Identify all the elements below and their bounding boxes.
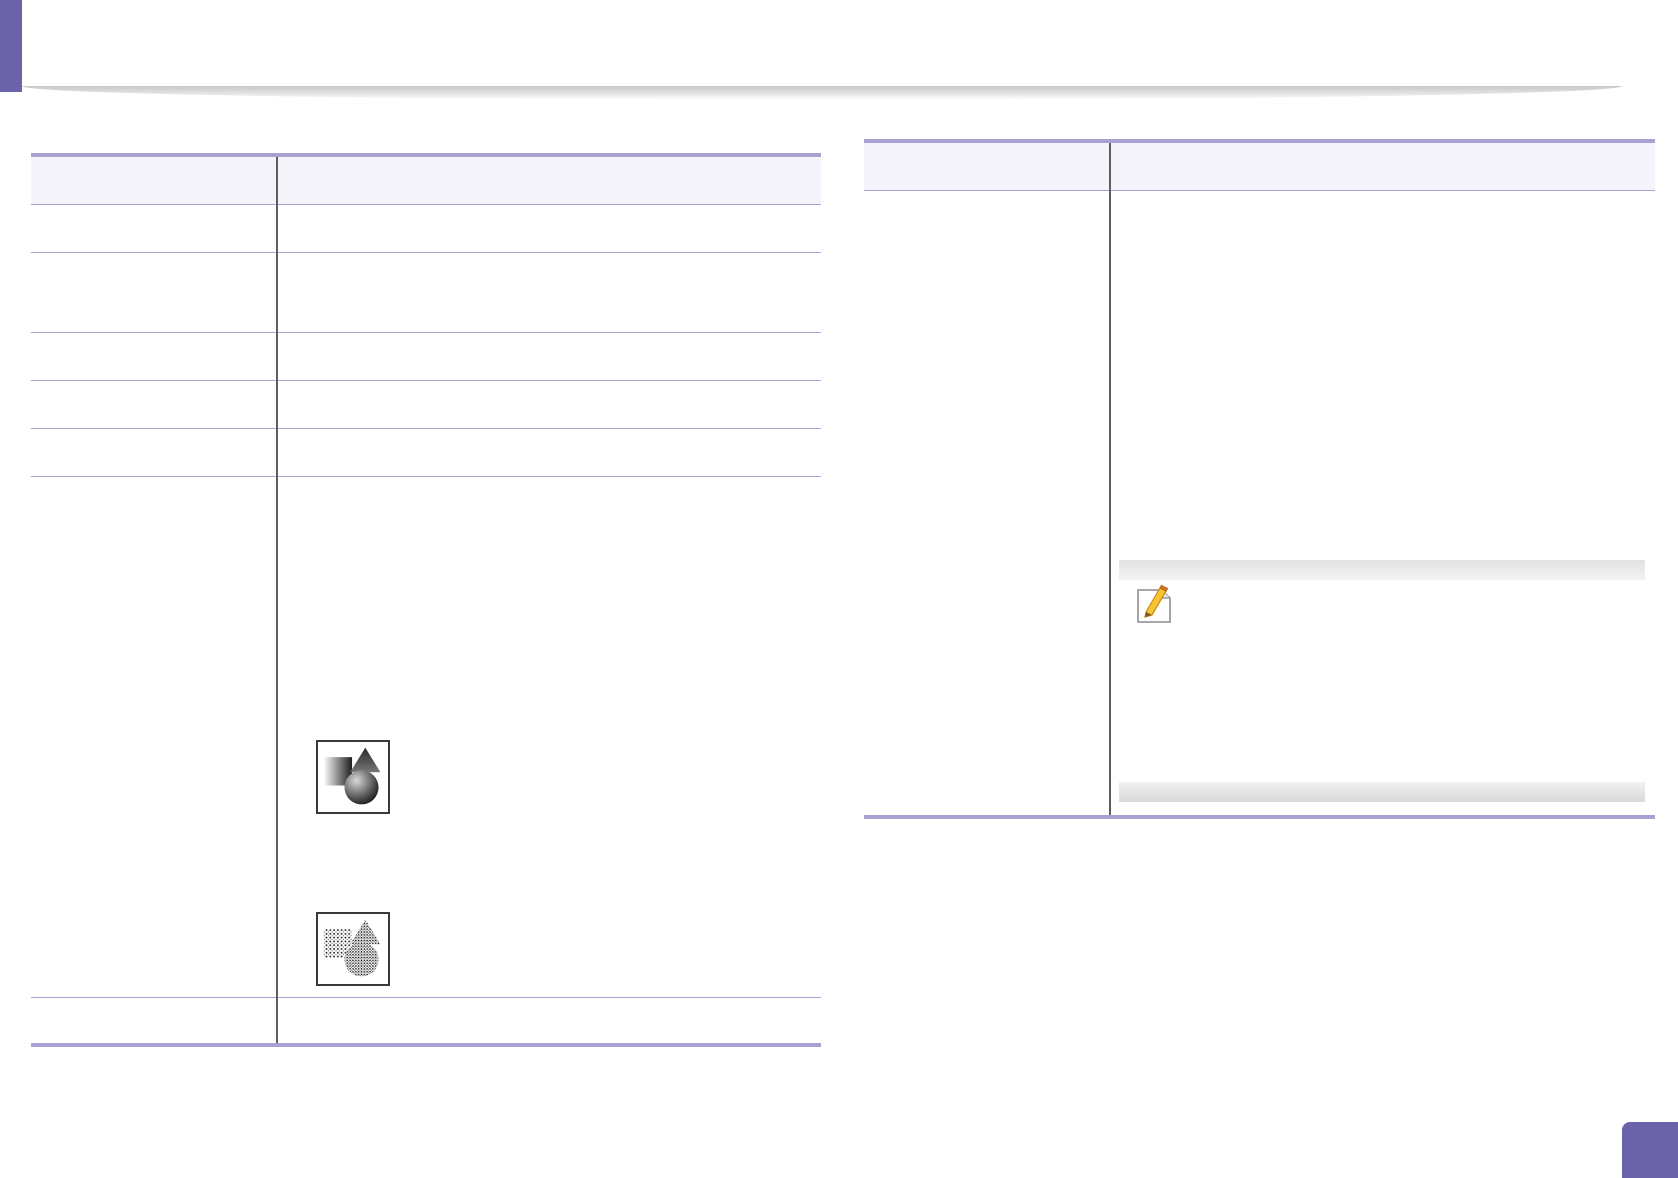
shapes-dithered-icon	[316, 912, 390, 986]
page-number-badge	[1622, 1122, 1678, 1178]
note-pencil-icon	[1132, 582, 1176, 626]
table-row	[31, 252, 821, 333]
option-cell	[864, 190, 1111, 819]
shapes-solid-icon	[316, 740, 390, 814]
chapter-tab	[0, 0, 22, 92]
table-row	[31, 332, 821, 381]
note-bottom-bar	[1119, 782, 1645, 802]
header-divider	[22, 86, 1622, 100]
note-box	[1119, 560, 1645, 802]
option-cell	[31, 204, 278, 253]
table-header-row	[864, 139, 1655, 191]
option-cell	[31, 252, 278, 333]
option-cell	[31, 332, 278, 381]
header-cell-description	[277, 153, 821, 205]
description-cell	[277, 997, 821, 1047]
description-cell	[277, 252, 821, 333]
option-cell	[31, 428, 278, 477]
left-options-table	[31, 153, 821, 1047]
table-row	[31, 204, 821, 253]
option-cell	[31, 997, 278, 1047]
table-row	[31, 476, 821, 998]
option-cell	[31, 380, 278, 429]
description-cell	[277, 204, 821, 253]
table-row	[31, 997, 821, 1047]
header-cell-option	[864, 139, 1111, 191]
header-cell-description	[1110, 139, 1655, 191]
description-cell	[277, 380, 821, 429]
table-row	[31, 380, 821, 429]
table-row	[31, 428, 821, 477]
header-cell-option	[31, 153, 278, 205]
note-top-bar	[1119, 560, 1645, 580]
option-cell	[31, 476, 278, 998]
description-cell	[277, 428, 821, 477]
description-cell	[277, 332, 821, 381]
table-header-row	[31, 153, 821, 205]
